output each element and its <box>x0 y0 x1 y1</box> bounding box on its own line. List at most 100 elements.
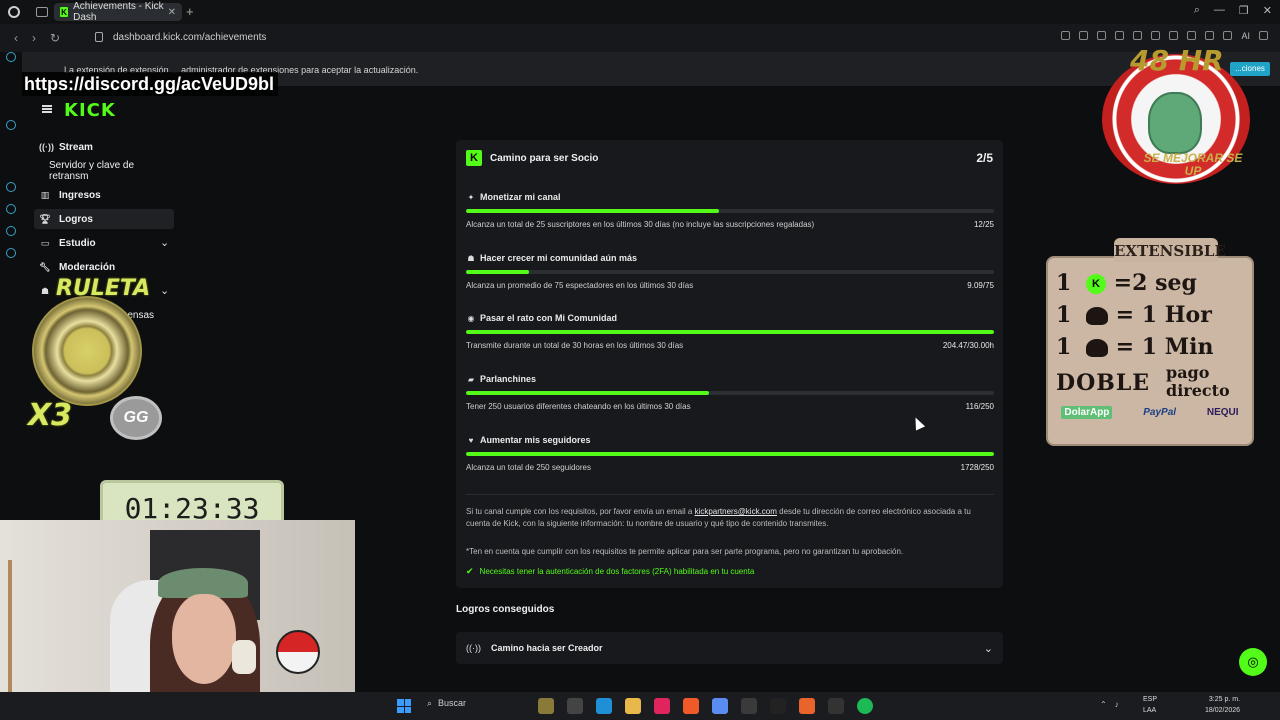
sidebar-item-estudio[interactable]: ▭ Estudio <box>34 233 174 253</box>
lang-primary: ESP <box>1143 696 1158 703</box>
taskbar-app-icon[interactable] <box>538 698 554 714</box>
hamburger-menu-icon[interactable] <box>42 105 52 113</box>
pokeball-shape <box>276 630 320 674</box>
sidebar-item-label: Ingresos <box>59 189 101 201</box>
zoom-icon[interactable] <box>1061 31 1071 40</box>
goal-progress-bar <box>466 330 994 334</box>
sidebar-item-logros[interactable]: 🏆︎ Logros <box>34 209 174 229</box>
wallet-icon[interactable] <box>1187 31 1197 40</box>
search-icon[interactable]: ⌕ <box>1194 4 1200 17</box>
app-icon[interactable] <box>799 698 815 714</box>
minimize-icon[interactable]: — <box>1214 4 1225 17</box>
twofa-requirement: ✔ Necesitas tener la autenticación de do… <box>466 566 754 577</box>
sidebar-app-icon[interactable] <box>6 52 16 62</box>
forward-icon[interactable]: › <box>32 31 36 45</box>
menu-icon[interactable] <box>1259 31 1268 40</box>
chevron-down-icon[interactable]: ⌄ <box>984 642 993 655</box>
goal-item: ☗ Hacer crecer mi comunidad aún más Alcan… <box>466 253 994 303</box>
system-tray: ⌃ ♪ <box>1100 700 1119 709</box>
taskbar-search[interactable]: ⌕ Buscar <box>427 698 466 709</box>
windows-taskbar: ⌕ Buscar ⌃ ♪ ESP LAA 3:25 p. m. 18/02/202… <box>0 692 1280 720</box>
obs-icon[interactable] <box>828 698 844 714</box>
discord-overlay: https://discord.gg/acVeUD9bl <box>22 72 279 96</box>
partner-info-text: Si tu canal cumple con los requisitos, p… <box>466 506 986 530</box>
folder-icon[interactable] <box>625 698 641 714</box>
back-icon[interactable]: ‹ <box>14 31 18 45</box>
shield-icon[interactable] <box>1115 31 1125 40</box>
extensions-icon[interactable] <box>1169 31 1179 40</box>
info-text-start: Si tu canal cumple con los requisitos, p… <box>466 507 695 516</box>
goal-description: Tener 250 usuarios diferentes chateando … <box>466 402 691 411</box>
url-field[interactable]: dashboard.kick.com/achievements <box>113 32 266 43</box>
partner-email-link[interactable]: kickpartners@kick.com <box>695 507 777 516</box>
heart-icon: ♥ <box>468 435 474 445</box>
maximize-icon[interactable]: ❐ <box>1239 4 1249 17</box>
reload-icon[interactable]: ↻ <box>50 31 60 45</box>
sidebar-item-server-key[interactable]: Servidor y clave de retransm <box>34 160 174 182</box>
kick-favicon-icon: K <box>60 7 69 17</box>
pin-icon[interactable] <box>1079 31 1089 40</box>
mic-icon[interactable]: ♪ <box>1115 700 1119 709</box>
paypal-logo: PayPal <box>1143 407 1177 418</box>
copilot-icon[interactable] <box>712 698 728 714</box>
row-count: 1 <box>1056 270 1072 296</box>
dolarapp-logo: DolarApp <box>1061 406 1113 419</box>
monitor-icon: ▭ <box>40 237 50 248</box>
streamer-face-shape <box>172 594 236 684</box>
goal-title: Pasar el rato con Mi Comunidad <box>480 313 618 323</box>
badge-bottom-text: SE MEJORAR SE UP <box>1143 151 1243 178</box>
kick-sub-icon: K <box>1086 274 1106 294</box>
chevron-down-icon[interactable]: ⌄ <box>160 236 169 249</box>
opera-logo-icon[interactable] <box>8 6 20 18</box>
wrench-icon: 🔧︎ <box>39 261 51 272</box>
sidebar-item-moderacion[interactable]: 🔧︎ Moderación <box>34 257 174 277</box>
taskbar-clock[interactable]: 3:25 p. m. 18/02/2026 <box>1205 694 1240 716</box>
heart-icon[interactable] <box>1151 31 1161 40</box>
play-icon[interactable] <box>1133 31 1143 40</box>
lock-icon <box>95 32 103 42</box>
tab-close-icon[interactable]: ✕ <box>168 7 176 18</box>
brave-icon[interactable] <box>683 698 699 714</box>
goal-progress-fill <box>466 270 530 274</box>
new-tab-icon[interactable]: + <box>186 4 194 19</box>
edge-icon[interactable] <box>596 698 612 714</box>
app-icon[interactable] <box>741 698 757 714</box>
close-icon[interactable]: ✕ <box>1263 4 1272 17</box>
sidebar-app-icon[interactable] <box>6 226 16 236</box>
sidebar-app-icon[interactable] <box>6 182 16 192</box>
kick-logo[interactable]: KICK <box>64 100 116 121</box>
x3-text: X3 <box>28 398 73 433</box>
goal-value: 12/25 <box>973 220 994 229</box>
goal-progress-bar <box>466 391 994 395</box>
achievement-accordion[interactable]: ((·)) Camino hacia ser Creador ⌄ <box>456 632 1003 664</box>
opera-icon[interactable] <box>654 698 670 714</box>
achieved-heading: Logros conseguidos <box>456 604 555 615</box>
goal-progress-fill <box>466 209 720 213</box>
row-value: = 1 Min <box>1115 334 1214 360</box>
profile-icon[interactable] <box>1205 31 1215 40</box>
goal-progress-fill <box>466 391 709 395</box>
taskbar-apps <box>538 698 873 714</box>
sidebar-app-icon[interactable] <box>6 248 16 258</box>
sidebar-app-icon[interactable] <box>6 120 16 130</box>
language-indicator[interactable]: ESP LAA <box>1143 694 1157 716</box>
sidebar-item-ingresos[interactable]: ▥ Ingresos <box>34 185 174 205</box>
goal-progress-bar <box>466 270 994 274</box>
spotify-icon[interactable] <box>857 698 873 714</box>
follower-icon <box>1086 339 1108 357</box>
file-explorer-icon[interactable] <box>567 698 583 714</box>
sidebar-app-icon[interactable] <box>6 204 16 214</box>
ai-button[interactable]: AI <box>1241 31 1250 41</box>
goal-description: Transmite durante un total de 30 horas e… <box>466 341 684 350</box>
chevron-up-icon[interactable]: ⌃ <box>1100 700 1107 709</box>
payment-methods: DolarApp PayPal NEQUI <box>1046 406 1254 419</box>
windows-start-icon[interactable] <box>397 699 411 713</box>
tab-overview-icon[interactable] <box>36 7 48 17</box>
browser-tab-achievements[interactable]: K Achievements - Kick Dash ✕ <box>54 1 182 23</box>
help-chat-button[interactable]: ◎ <box>1239 648 1267 676</box>
chat-icon: ▰ <box>467 374 475 384</box>
snapshot-icon[interactable] <box>1097 31 1107 40</box>
game-icon[interactable] <box>770 698 786 714</box>
sidebar-item-stream[interactable]: ((·)) Stream <box>34 137 174 157</box>
download-icon[interactable] <box>1223 31 1233 40</box>
